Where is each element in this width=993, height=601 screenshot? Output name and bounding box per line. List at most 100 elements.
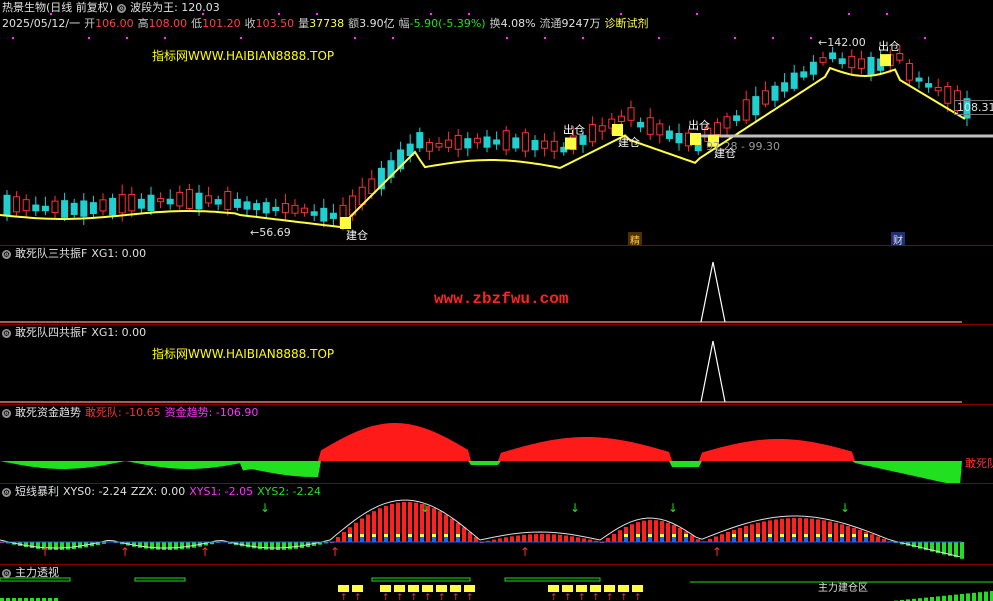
band-mark [840, 538, 844, 541]
band-mark [864, 534, 868, 537]
band-mark [684, 538, 688, 541]
band-mark [384, 538, 388, 541]
band-mark [420, 534, 424, 537]
marker-dot [658, 37, 660, 39]
fund-area-positive [0, 423, 962, 461]
histogram-bar [276, 542, 280, 550]
histogram-bar [576, 537, 580, 542]
histogram-bar [450, 518, 454, 542]
down-arrow-icon: ↓ [260, 501, 270, 515]
candle-body [723, 116, 731, 129]
candle-body [579, 135, 587, 145]
band-mark [660, 534, 664, 537]
histogram-bar [582, 538, 586, 542]
histogram-bar [24, 542, 28, 548]
build-block [604, 585, 615, 592]
candle-body [176, 191, 184, 207]
histogram-bar [336, 536, 340, 542]
band-mark [624, 534, 628, 537]
histogram-bar [144, 542, 148, 549]
zone-bar [134, 577, 186, 582]
candle-body [3, 194, 11, 217]
badge-jing[interactable]: 精 [628, 232, 642, 245]
fund-trend-panel[interactable]: ⚙ 敢死资金趋势 敢死队: -10.65 资金趋势: -106.90 敢死队 [0, 405, 993, 483]
badge-cai[interactable]: 财 [891, 232, 905, 245]
band-mark [636, 538, 640, 541]
candle-body [637, 121, 645, 128]
band-mark [396, 538, 400, 541]
band-mark [624, 538, 628, 541]
build-block [422, 585, 433, 592]
short-profit-panel[interactable]: ⚙ 短线暴利 XYS0: -2.24 ZZX: 0.00 XYS1: -2.05 XYS2… [0, 484, 993, 564]
zone-bar [371, 577, 471, 582]
histogram-bar [180, 542, 184, 550]
marker-dot [924, 37, 926, 39]
candle-body [185, 188, 193, 210]
buy-signal [340, 217, 351, 229]
volume-bar [966, 593, 970, 601]
histogram-bar [174, 542, 178, 550]
candle-body [473, 137, 481, 144]
band-mark [804, 538, 808, 541]
marker-dot [164, 37, 166, 39]
histogram-bar [546, 534, 550, 542]
histogram-bar [504, 537, 508, 542]
volume-bar [954, 594, 958, 601]
histogram-bar [30, 542, 34, 549]
marker-dot [734, 37, 736, 39]
band-mark [408, 538, 412, 541]
build-block [632, 585, 643, 592]
histogram-bar [264, 542, 268, 550]
candle-body [13, 196, 21, 213]
marker-dot [240, 37, 242, 39]
histogram-bar [762, 521, 766, 542]
resonance3-panel[interactable]: ⚙ 敢死队三共振F XG1: 0.00 www.zbzfwu.com [0, 246, 993, 324]
buy-label: 建仓 [618, 135, 640, 149]
candle-body [713, 122, 721, 136]
candle-body [531, 140, 539, 151]
candle-body [589, 124, 597, 143]
histogram-bar [252, 542, 256, 549]
up-arrow-icon: ↑ [592, 593, 600, 601]
right-price: 108.31 [954, 100, 993, 115]
high-mark-value: 142.00 [827, 36, 866, 49]
marker-dot [50, 13, 52, 15]
candle-body [675, 132, 683, 144]
main-force-panel[interactable]: ⚙ 主力透视 ↑ ↑ ↑ ↑ ↑ ↑ ↑ ↑ ↑ ↑ ↑ ↑ ↑ ↑ ↑ ↑ 主力建仓区 [0, 565, 993, 601]
candle-body [944, 85, 952, 104]
histogram-bar [282, 542, 286, 550]
band-mark [780, 538, 784, 541]
candle-body [310, 211, 318, 216]
up-arrow-icon: ↑ [382, 593, 390, 601]
up-arrow-icon: ↑ [438, 593, 446, 601]
candle-body [617, 115, 625, 122]
histogram-bar [468, 532, 472, 542]
candle-body [166, 198, 174, 205]
marker-dot [620, 13, 622, 15]
histogram-bar [366, 514, 370, 542]
histogram-bar [294, 542, 298, 549]
candle-body [742, 99, 750, 121]
band-mark [744, 538, 748, 541]
histogram-bar [870, 534, 874, 542]
histogram-bar [354, 522, 358, 542]
candle-body [301, 207, 309, 214]
marker-dot [392, 37, 394, 39]
sell-label: 出仓 [563, 123, 585, 137]
candle-body [214, 199, 222, 205]
histogram-bar [714, 536, 718, 542]
resonance4-panel[interactable]: ⚙ 敢死队四共振F XG1: 0.00 指标网WWW.HAIBIAN8888.TOP [0, 325, 993, 404]
band-mark [768, 538, 772, 541]
up-arrow-icon: ↑ [712, 545, 722, 559]
main-force-right-label: 主力建仓区 [818, 583, 868, 594]
band-mark [636, 534, 640, 537]
down-arrow-icon: ↓ [668, 501, 678, 515]
sell-label: 出仓 [878, 39, 900, 53]
histogram-bar [516, 535, 520, 542]
histogram-bar [774, 519, 778, 542]
kline-panel[interactable]: 热景生物(日线 前复权) ⚙ 波段为王: 120.03 2025/05/12/一 开1… [0, 0, 993, 245]
candle-body [89, 202, 97, 215]
build-block [576, 585, 587, 592]
band-mark [648, 534, 652, 537]
histogram-bar [72, 542, 76, 550]
